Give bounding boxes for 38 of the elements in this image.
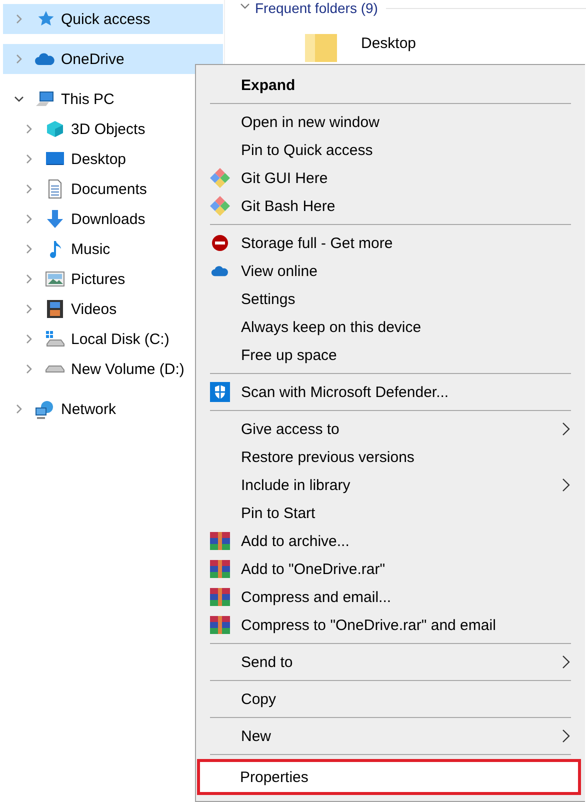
- archive-books-icon: [210, 559, 230, 579]
- menu-item[interactable]: Compress to "OneDrive.rar" and email: [198, 611, 585, 639]
- menu-item[interactable]: Pin to Start: [198, 499, 585, 527]
- menu-item[interactable]: Compress and email...: [198, 583, 585, 611]
- navigation-item[interactable]: Quick access: [3, 4, 223, 34]
- folder-name[interactable]: Desktop: [361, 34, 416, 54]
- cloud-icon: [35, 52, 55, 66]
- film-icon: [45, 299, 65, 319]
- download-arrow-icon: [45, 209, 65, 229]
- menu-item[interactable]: Add to "OneDrive.rar": [198, 555, 585, 583]
- menu-item[interactable]: Copy: [198, 685, 585, 713]
- navigation-item[interactable]: OneDrive: [3, 44, 223, 74]
- archive-books-icon: [210, 587, 230, 607]
- submenu-chevron-icon: [562, 422, 571, 436]
- diamond-icon: [208, 196, 230, 216]
- menu-item[interactable]: Include in library: [198, 471, 585, 499]
- menu-item[interactable]: Add to archive...: [198, 527, 585, 555]
- no-entry-icon: [210, 234, 228, 252]
- cube-icon: [45, 119, 65, 139]
- network-icon: [35, 399, 55, 419]
- cloud-icon: [210, 265, 228, 277]
- menu-item[interactable]: Properties: [197, 759, 581, 795]
- archive-books-icon: [210, 531, 230, 551]
- submenu-chevron-icon: [562, 729, 571, 743]
- archive-books-icon: [210, 615, 230, 635]
- diamond-icon: [208, 168, 230, 188]
- picture-icon: [45, 269, 65, 289]
- menu-item[interactable]: New: [198, 722, 585, 750]
- shield-icon: [210, 382, 230, 402]
- drive-icon: [45, 365, 65, 373]
- drive-icon: [45, 329, 65, 349]
- submenu-chevron-icon: [562, 478, 571, 492]
- menu-item[interactable]: Send to: [198, 648, 585, 676]
- menu-item[interactable]: Restore previous versions: [198, 443, 585, 471]
- computer-icon: [35, 89, 55, 109]
- submenu-chevron-icon: [562, 655, 571, 669]
- section-title[interactable]: Frequent folders (9): [255, 0, 378, 16]
- folder-icon: [305, 34, 337, 62]
